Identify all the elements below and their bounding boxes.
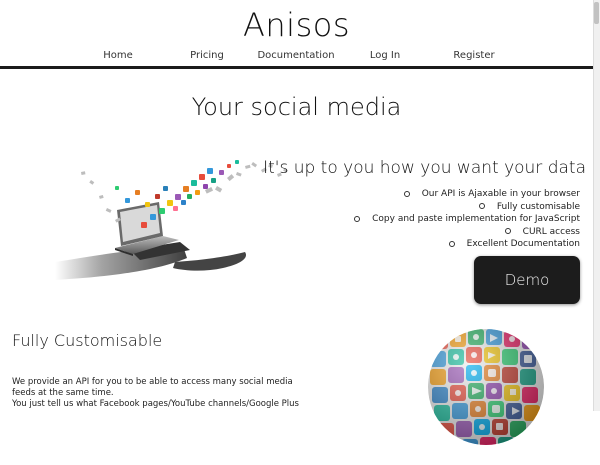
section-paragraph: We provide an API for you to be able to … xyxy=(12,377,293,398)
main-nav: Home Pricing Documentation Log In Regist… xyxy=(0,50,593,64)
feature-item: Copy and paste implementation for JavaSc… xyxy=(354,213,580,226)
bullet-icon xyxy=(504,228,511,234)
nav-register[interactable]: Register xyxy=(453,50,494,61)
features-list: Our API is Ajaxable in your browser Full… xyxy=(354,188,580,251)
section-title: Fully Customisable xyxy=(12,331,163,350)
page-scrollbar[interactable] xyxy=(593,0,600,411)
site-logo[interactable]: Anisos xyxy=(0,6,593,44)
feature-item: Fully customisable xyxy=(354,201,580,214)
feature-item: Excellent Documentation xyxy=(354,238,580,251)
bullet-icon xyxy=(478,203,485,209)
bullet-icon xyxy=(448,240,455,247)
floating-paper-fragments xyxy=(81,161,289,223)
nav-divider xyxy=(0,66,593,69)
hero-title: Your social media xyxy=(191,93,402,121)
nav-log-in[interactable]: Log In xyxy=(370,50,400,61)
nav-pricing[interactable]: Pricing xyxy=(190,50,224,61)
feature-item: CURL access xyxy=(354,226,580,239)
social-globe-image xyxy=(428,329,544,445)
site-header: Anisos Home Pricing Documentation Log In… xyxy=(0,0,593,70)
section-body: We provide an API for you to be able to … xyxy=(12,377,312,410)
nav-documentation[interactable]: Documentation xyxy=(257,50,334,61)
nav-home[interactable]: Home xyxy=(103,50,133,61)
bullet-icon xyxy=(403,190,410,197)
section-paragraph: You just tell us what Facebook pages/You… xyxy=(12,399,299,409)
features-subtitle: It's up to you how you want your data xyxy=(263,158,586,178)
feature-item: Our API is Ajaxable in your browser xyxy=(354,188,580,201)
scrollbar-thumb[interactable] xyxy=(594,2,599,24)
demo-button[interactable]: Demo xyxy=(474,256,580,304)
bullet-icon xyxy=(354,215,361,222)
